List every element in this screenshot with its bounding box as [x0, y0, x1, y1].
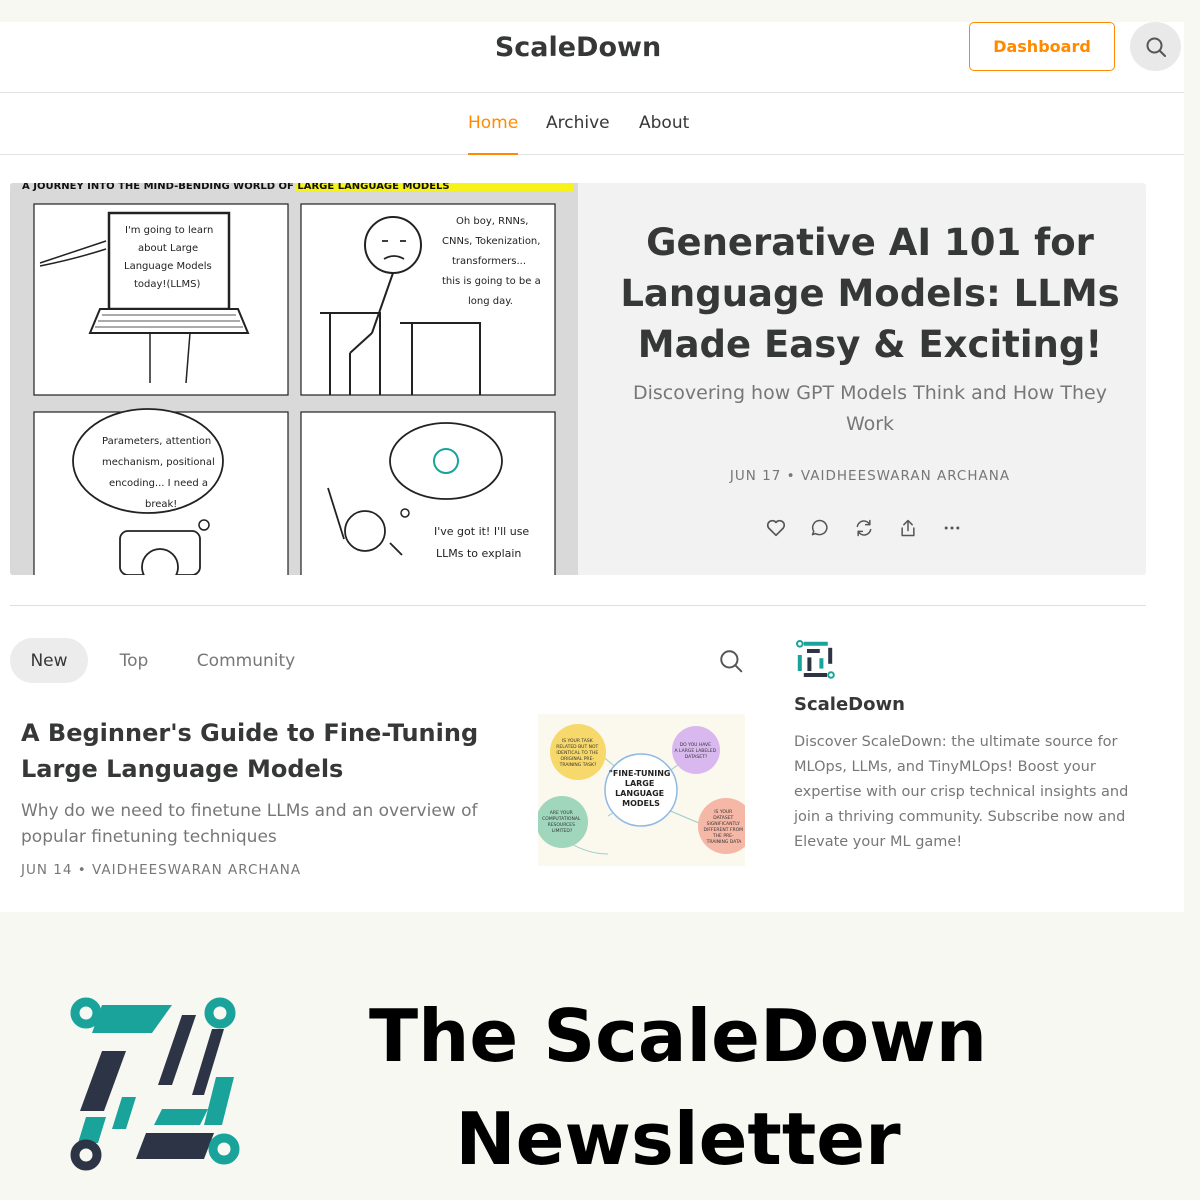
section-divider	[10, 605, 1146, 606]
banner-line-1: The ScaleDown	[369, 994, 987, 1078]
like-button[interactable]	[764, 516, 788, 540]
panel1-line2: about Large	[138, 243, 198, 254]
comment-button[interactable]	[808, 516, 832, 540]
nav-home[interactable]: Home	[468, 113, 519, 155]
panel4-line1: I've got it! I'll use	[434, 525, 529, 538]
mindmap-pink-line1: IS YOUR	[714, 809, 732, 815]
restack-button[interactable]	[852, 516, 876, 540]
mindmap-center-line1: "FINE-TUNING	[609, 769, 671, 778]
panel3-line1: Parameters, attention	[102, 436, 211, 447]
mindmap-yellow-line2: RELATED BUT NOT	[556, 744, 598, 750]
mindmap-pink-line6: TRAINING DATA	[706, 839, 743, 845]
featured-post-subtitle: Discovering how GPT Models Think and How…	[633, 382, 1107, 435]
panel3-line4: break!	[145, 499, 177, 510]
more-options-button[interactable]	[940, 516, 964, 540]
post-meta: JUN 14 • VAIDHEESWARAN ARCHANA	[21, 862, 302, 878]
search-icon	[720, 650, 743, 673]
mindmap-purple-line3: DATASET?	[685, 754, 708, 760]
nav-archive[interactable]: Archive	[546, 113, 610, 155]
mindmap-purple-line2: A LARGE LABELED	[675, 748, 717, 754]
more-icon	[944, 526, 960, 530]
feed-search-button[interactable]	[718, 648, 744, 678]
sidebar-description: Discover ScaleDown: the ultimate source …	[794, 734, 1129, 850]
panel2-line4: this is going to be a	[442, 276, 541, 287]
panel2-line2: CNNs, Tokenization,	[442, 236, 540, 247]
panel3-line2: mechanism, positional	[102, 457, 215, 468]
tab-top[interactable]: Top	[104, 638, 164, 683]
banner-line-2: Newsletter	[455, 1097, 901, 1181]
featured-post[interactable]: A JOURNEY INTO THE MIND-BENDING WORLD OF…	[10, 183, 1146, 575]
post-title[interactable]: A Beginner's Guide to Fine-Tuning Large …	[21, 715, 521, 787]
mindmap-yellow-line3: IDENTICAL TO THE	[556, 750, 598, 756]
svg-text:IS YOUR TASK RELATED BUT: IS YOUR TASK RELATED BUT NOT IDENTICAL T…	[556, 738, 599, 768]
panel1-line4: today!(LLMS)	[134, 279, 200, 290]
panel1-line1: I'm going to learn	[125, 225, 213, 236]
comic-banner-text: A JOURNEY INTO THE MIND-BENDING WORLD OF…	[22, 183, 450, 192]
share-icon	[901, 519, 915, 537]
scaledown-logo-large	[70, 997, 240, 1171]
mindmap-yellow-line5: TRAINING TASK?	[559, 762, 597, 768]
mindmap-center-line3: LANGUAGE	[615, 789, 664, 798]
mindmap-yellow-line4: ORIGINAL PRE-	[561, 756, 595, 762]
nav-about[interactable]: About	[639, 113, 689, 155]
mindmap-yellow-line1: IS YOUR TASK	[562, 738, 594, 744]
panel2-line5: long day.	[468, 296, 513, 307]
panel2-line1: Oh boy, RNNs,	[456, 216, 528, 227]
tab-community[interactable]: Community	[186, 638, 306, 683]
featured-post-title[interactable]: Generative AI 101 for Language Models: L…	[620, 217, 1120, 370]
sidebar-publication-name[interactable]: ScaleDown	[794, 694, 905, 715]
mindmap-pink-line2: DATASET	[713, 815, 733, 821]
heart-icon	[766, 519, 786, 537]
dashboard-button[interactable]: Dashboard	[969, 22, 1115, 71]
featured-post-comic-image: A JOURNEY INTO THE MIND-BENDING WORLD OF…	[10, 183, 578, 575]
search-icon	[1146, 37, 1166, 57]
mindmap-center-line4: MODELS	[622, 799, 660, 808]
panel1-line3: Language Models	[124, 261, 212, 272]
header-search-button[interactable]	[1130, 22, 1181, 71]
share-button[interactable]	[896, 516, 920, 540]
mindmap-center-line2: LARGE	[625, 779, 654, 788]
comment-icon	[811, 519, 828, 536]
mindmap-purple-line1: DO YOU HAVE	[680, 742, 711, 748]
mindmap-green-line1: ARE YOUR	[550, 810, 573, 816]
newsletter-banner-title: The ScaleDown Newsletter	[360, 985, 996, 1191]
restack-icon	[856, 519, 872, 537]
mindmap-green-line3: RESOURCES	[548, 822, 576, 828]
featured-post-meta: JUN 17 • VAIDHEESWARAN ARCHANA	[729, 468, 1011, 484]
mindmap-pink-line4: DIFFERENT FROM	[704, 827, 744, 833]
newsletter-page-screenshot: ScaleDown Dashboard Home Archive About A…	[0, 22, 1184, 912]
mindmap-green-line4: LIMITED?	[552, 828, 573, 834]
mindmap-green-line2: COMPUTATIONAL	[542, 816, 581, 822]
top-header: ScaleDown Dashboard	[0, 22, 1184, 93]
mindmap-pink-line5: THE PRE-	[712, 833, 734, 839]
panel3-line3: encoding... I need a	[109, 478, 208, 489]
post-thumbnail-mindmap[interactable]: "FINE-TUNING LARGE LANGUAGE MODELS IS YO…	[538, 714, 745, 866]
scaledown-logo-small	[796, 640, 835, 679]
mindmap-pink-line3: SIGNIFICANTLY	[707, 821, 741, 827]
tab-new[interactable]: New	[10, 638, 88, 683]
nav-bar: Home Archive About	[0, 93, 1184, 155]
panel4-line2: LLMs to explain	[436, 547, 521, 560]
panel2-line3: transformers...	[452, 256, 526, 267]
featured-post-actions	[764, 516, 964, 540]
post-subtitle: Why do we need to finetune LLMs and an o…	[21, 801, 478, 847]
